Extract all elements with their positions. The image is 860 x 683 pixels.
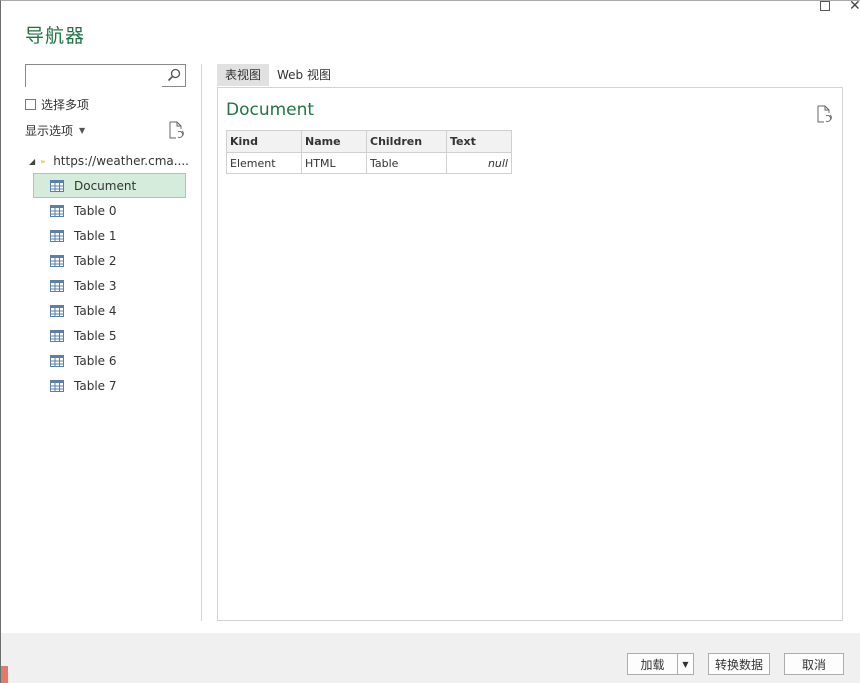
table-cell[interactable]: HTML (302, 153, 367, 174)
table-icon (50, 230, 64, 242)
search-box[interactable] (25, 64, 186, 87)
refresh-preview-icon[interactable] (816, 105, 832, 123)
cancel-button[interactable]: 取消 (784, 653, 844, 675)
preview-table: Kind Name Children Text Element HTML Tab… (226, 130, 512, 174)
window-title: 导航器 (25, 21, 85, 48)
tree-item-label: Table 2 (74, 254, 116, 268)
search-icon[interactable] (167, 68, 181, 82)
tree-item[interactable]: Table 1 (29, 223, 189, 248)
table-cell[interactable]: Table (367, 153, 447, 174)
table-icon (50, 380, 64, 392)
tree-item-label: Table 7 (74, 379, 116, 393)
table-cell[interactable]: null (447, 153, 512, 174)
tree-item-label: Table 3 (74, 279, 116, 293)
caret-down-icon: ▼ (79, 126, 85, 135)
refresh-file-icon[interactable] (168, 121, 184, 139)
maximize-icon[interactable] (820, 1, 830, 11)
pane-divider[interactable] (201, 64, 202, 621)
column-header-children[interactable]: Children (367, 131, 447, 153)
navigator-tree: ◢ https://weather.cma.... Document Table … (29, 149, 189, 398)
corner-indicator (1, 666, 8, 683)
load-dropdown-button[interactable]: ▼ (677, 653, 694, 675)
tree-item-label: Table 5 (74, 329, 116, 343)
folder-icon (41, 156, 45, 167)
dialog-footer: 加载 ▼ 转换数据 取消 (1, 633, 860, 683)
tree-item-label: Table 0 (74, 204, 116, 218)
tree-root-node[interactable]: ◢ https://weather.cma.... (29, 149, 189, 173)
tree-root-label: https://weather.cma.... (53, 154, 189, 168)
tab-web-view[interactable]: Web 视图 (269, 64, 339, 86)
load-button[interactable]: 加载 (627, 653, 678, 675)
tree-item[interactable]: Table 3 (29, 273, 189, 298)
table-icon (50, 255, 64, 267)
tree-item-label: Table 1 (74, 229, 116, 243)
table-icon (50, 205, 64, 217)
table-header-row: Kind Name Children Text (227, 131, 512, 153)
table-icon (50, 355, 64, 367)
preview-title: Document (226, 100, 314, 120)
tree-item-label: Table 6 (74, 354, 116, 368)
tree-item[interactable]: Document (33, 173, 186, 198)
chevron-down-icon: ▼ (682, 660, 688, 669)
preview-panel: Document Kind Name Children Text Element… (217, 87, 843, 621)
display-options-label: 显示选项 (25, 122, 73, 139)
tree-item[interactable]: Table 0 (29, 198, 189, 223)
tree-item[interactable]: Table 6 (29, 348, 189, 373)
tree-item-label: Document (74, 179, 136, 193)
navigator-window: ✕ 导航器 选择多项 显示选项 ▼ ◢ https://weather.cma.… (0, 0, 860, 683)
tree-item[interactable]: Table 5 (29, 323, 189, 348)
tree-item[interactable]: Table 2 (29, 248, 189, 273)
tree-item[interactable]: Table 7 (29, 373, 189, 398)
table-icon (50, 305, 64, 317)
tab-table-view[interactable]: 表视图 (217, 64, 269, 86)
column-header-kind[interactable]: Kind (227, 131, 302, 153)
display-options-dropdown[interactable]: 显示选项 ▼ (25, 122, 85, 139)
close-icon[interactable]: ✕ (849, 0, 860, 12)
multi-select-checkbox[interactable] (25, 99, 36, 110)
table-icon (50, 280, 64, 292)
column-header-text[interactable]: Text (447, 131, 512, 153)
tree-item-label: Table 4 (74, 304, 116, 318)
tree-item[interactable]: Table 4 (29, 298, 189, 323)
search-input[interactable] (26, 66, 162, 87)
multi-select-option[interactable]: 选择多项 (25, 96, 89, 113)
view-tabs: 表视图 Web 视图 (217, 64, 339, 86)
table-icon (50, 330, 64, 342)
column-header-name[interactable]: Name (302, 131, 367, 153)
transform-data-button[interactable]: 转换数据 (708, 653, 770, 675)
table-cell[interactable]: Element (227, 153, 302, 174)
expand-triangle-icon[interactable]: ◢ (29, 157, 35, 166)
multi-select-label: 选择多项 (41, 96, 89, 113)
table-row: Element HTML Table null (227, 153, 512, 174)
table-icon (50, 180, 64, 192)
